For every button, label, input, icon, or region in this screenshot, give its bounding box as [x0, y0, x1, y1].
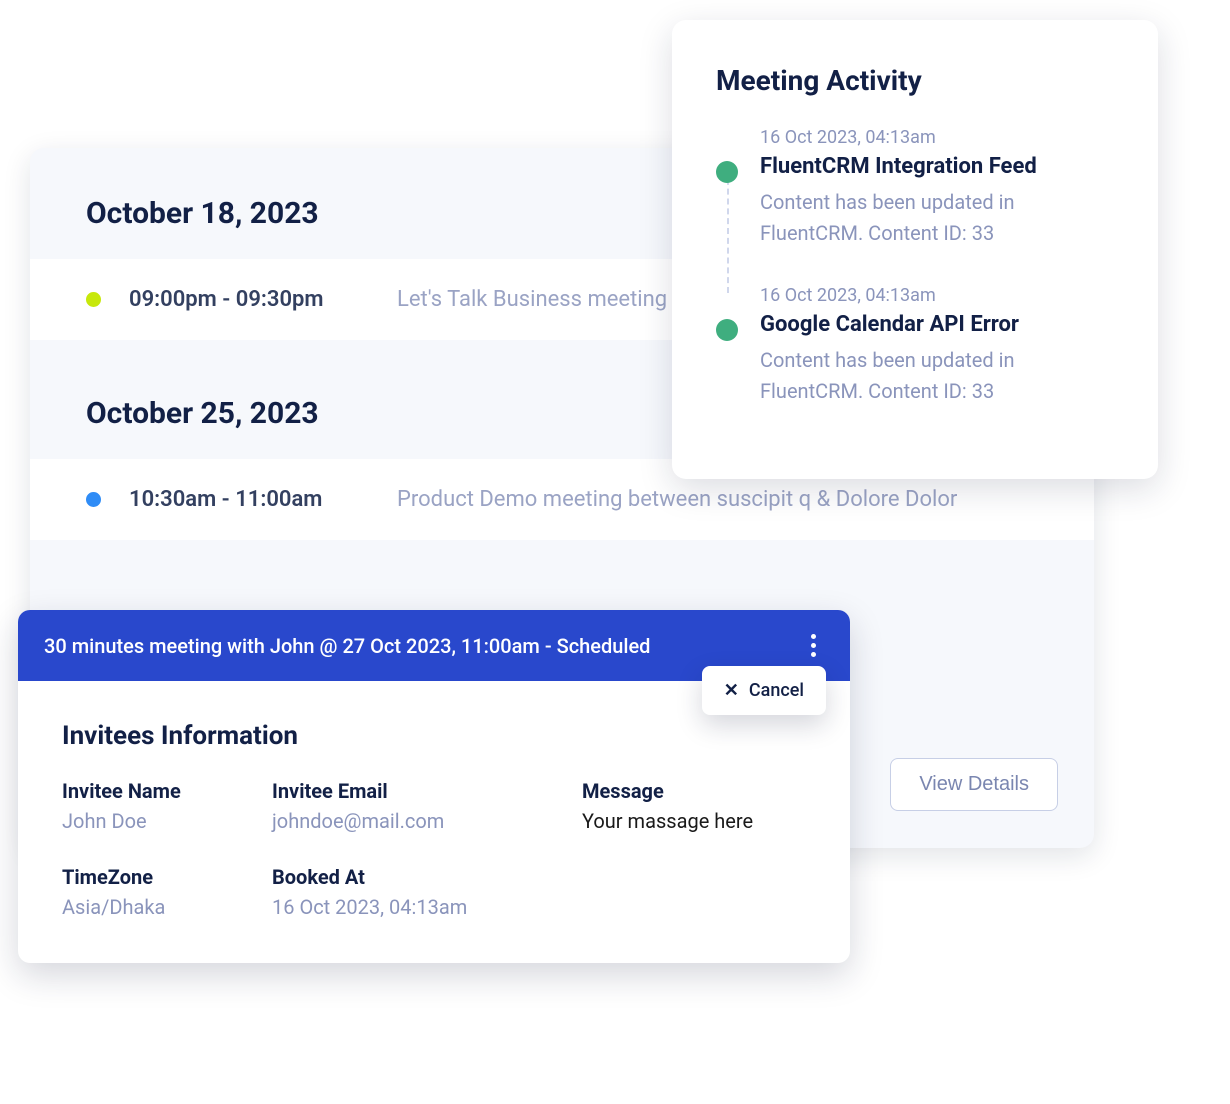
activity-body: Content has been updated in FluentCRM. C…: [760, 345, 1114, 407]
meeting-detail-body: Invitees Information Invitee Name John D…: [18, 681, 850, 963]
activity-item: 16 Oct 2023, 04:13am FluentCRM Integrati…: [716, 127, 1114, 285]
cancel-menu-item[interactable]: ✕ Cancel: [702, 666, 826, 715]
schedule-time: 09:00pm - 09:30pm: [129, 287, 369, 312]
activity-dot-icon: [716, 319, 738, 341]
close-icon: ✕: [724, 680, 739, 701]
activity-heading: Google Calendar API Error: [760, 312, 1114, 337]
activity-heading: FluentCRM Integration Feed: [760, 154, 1114, 179]
field-value: Asia/Dhaka: [62, 895, 262, 919]
field-value: johndoe@mail.com: [272, 809, 572, 833]
activity-timestamp: 16 Oct 2023, 04:13am: [760, 127, 1114, 148]
view-details-button[interactable]: View Details: [890, 758, 1058, 811]
invitees-section-title: Invitees Information: [62, 721, 806, 751]
message-block: Message Your massage here: [582, 779, 806, 833]
timezone-block: TimeZone Asia/Dhaka: [62, 865, 262, 919]
field-value: Your massage here: [582, 809, 806, 833]
status-dot-icon: [86, 492, 101, 507]
invitee-email-block: Invitee Email johndoe@mail.com: [272, 779, 572, 833]
booked-at-block: Booked At 16 Oct 2023, 04:13am: [272, 865, 572, 919]
invitee-info-grid: Invitee Name John Doe Invitee Email john…: [62, 779, 806, 919]
field-label: Invitee Email: [272, 779, 572, 803]
field-label: TimeZone: [62, 865, 262, 889]
invitee-name-block: Invitee Name John Doe: [62, 779, 262, 833]
meeting-detail-title: 30 minutes meeting with John @ 27 Oct 20…: [44, 634, 650, 658]
field-label: Invitee Name: [62, 779, 262, 803]
kebab-menu-icon[interactable]: [803, 630, 824, 661]
status-dot-icon: [86, 292, 101, 307]
activity-item: 16 Oct 2023, 04:13am Google Calendar API…: [716, 285, 1114, 443]
activity-dot-icon: [716, 161, 738, 183]
meeting-activity-panel: Meeting Activity 16 Oct 2023, 04:13am Fl…: [672, 20, 1158, 479]
field-value: 16 Oct 2023, 04:13am: [272, 895, 572, 919]
field-value: John Doe: [62, 809, 262, 833]
field-label: Booked At: [272, 865, 572, 889]
activity-timestamp: 16 Oct 2023, 04:13am: [760, 285, 1114, 306]
meeting-detail-panel: 30 minutes meeting with John @ 27 Oct 20…: [18, 610, 850, 963]
schedule-time: 10:30am - 11:00am: [129, 487, 369, 512]
activity-body: Content has been updated in FluentCRM. C…: [760, 187, 1114, 249]
field-label: Message: [582, 779, 806, 803]
cancel-label: Cancel: [749, 680, 804, 701]
schedule-description: Product Demo meeting between suscipit q …: [397, 483, 1038, 516]
activity-title: Meeting Activity: [716, 64, 1114, 97]
